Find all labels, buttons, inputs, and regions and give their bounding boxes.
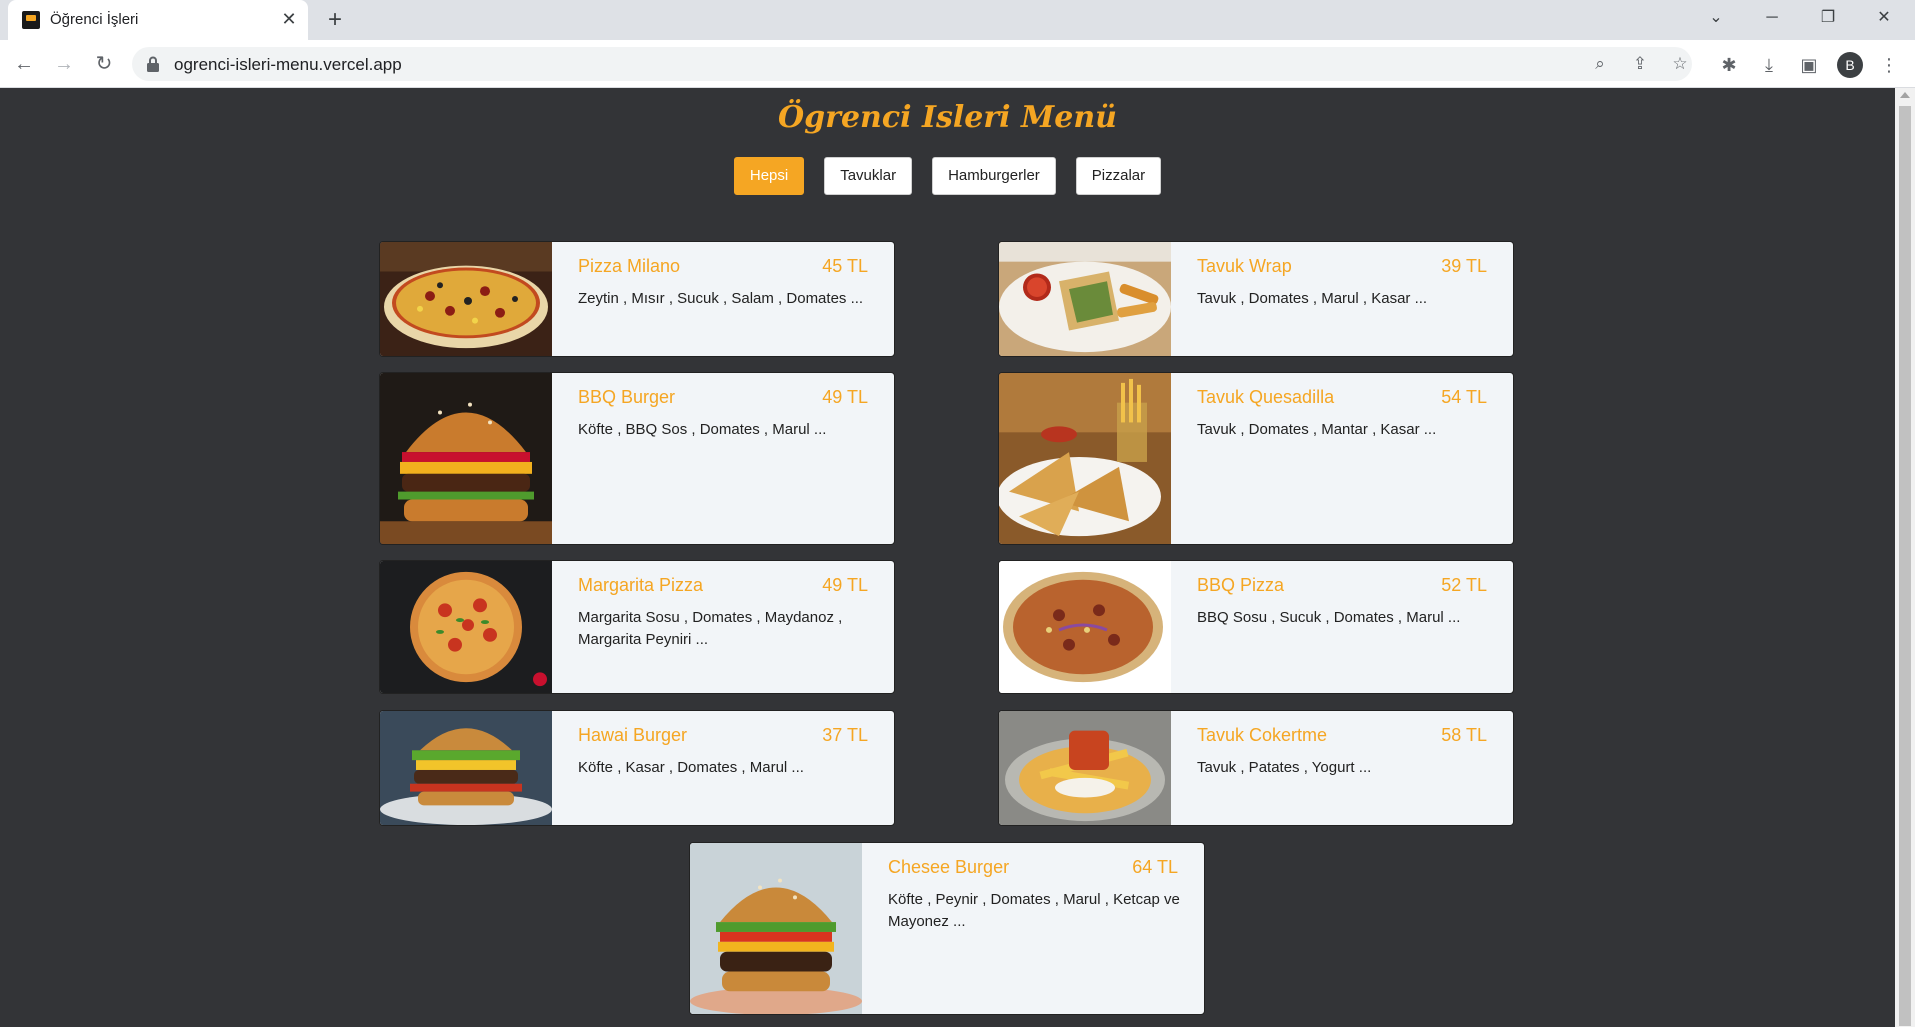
item-price: 52 TL [1441, 575, 1487, 595]
item-price: 49 TL [822, 387, 868, 407]
side-panel-icon[interactable]: ▣ [1796, 52, 1822, 78]
filter-chicken-button[interactable]: Tavuklar [824, 157, 913, 195]
item-description: Tavuk , Domates , Mantar , Kasar ... [1197, 421, 1437, 438]
extensions-puzzle-icon[interactable]: ✱ [1716, 52, 1742, 78]
menu-card[interactable]: Tavuk Wrap 39 TL Tavuk , Domates , Marul… [998, 241, 1514, 357]
share-icon[interactable]: ⇪ [1628, 52, 1652, 76]
menu-card[interactable]: BBQ Burger 49 TL Köfte , BBQ Sos , Domat… [379, 372, 895, 545]
zoom-icon[interactable]: ⌕ [1588, 52, 1612, 76]
menu-card[interactable]: Hawai Burger 37 TL Köfte , Kasar , Domat… [379, 710, 895, 826]
item-description: Tavuk , Domates , Marul , Kasar ... [1197, 290, 1428, 307]
back-arrow-icon[interactable]: ← [8, 48, 40, 80]
minimize-button[interactable]: ─ [1744, 0, 1800, 36]
scroll-up-arrow-icon[interactable] [1900, 92, 1910, 98]
item-name: Hawai Burger [578, 725, 688, 745]
filter-all-button[interactable]: Hepsi [733, 157, 805, 195]
filter-burgers-button[interactable]: Hamburgerler [932, 157, 1056, 195]
item-name: Chesee Burger [888, 857, 1010, 877]
item-name: Tavuk Cokertme [1197, 725, 1328, 745]
tab-search-chevron-icon[interactable]: ⌄ [1688, 0, 1744, 36]
item-description: Köfte , Peynir , Domates , Marul , Ketca… [888, 891, 1180, 930]
item-description: Margarita Sosu , Domates , Maydanoz , Ma… [578, 609, 843, 648]
quesadilla-image [999, 373, 1171, 544]
menu-card[interactable]: Margarita Pizza 49 TL Margarita Sosu , D… [379, 560, 895, 694]
site-favicon-icon [22, 11, 40, 29]
wrap-image [999, 242, 1171, 356]
item-name: Margarita Pizza [578, 575, 704, 595]
burger-image [380, 711, 552, 825]
item-price: 64 TL [1132, 857, 1178, 877]
item-price: 54 TL [1441, 387, 1487, 407]
filter-bar: Hepsi Tavuklar Hamburgerler Pizzalar [0, 157, 1895, 195]
item-price: 58 TL [1441, 725, 1487, 745]
browser-tab[interactable]: Öğrenci İşleri ✕ [8, 0, 308, 40]
scroll-thumb[interactable] [1899, 106, 1911, 1026]
vertical-scrollbar[interactable] [1895, 88, 1915, 1027]
page-content: Ögrenci Isleri Menü Hepsi Tavuklar Hambu… [0, 88, 1895, 1027]
url-text: ogrenci-isleri-menu.vercel.app [174, 55, 402, 74]
close-tab-icon[interactable]: ✕ [276, 6, 302, 32]
item-description: Tavuk , Patates , Yogurt ... [1197, 759, 1372, 776]
close-window-button[interactable]: ✕ [1856, 0, 1912, 36]
browser-tab-strip: Öğrenci İşleri ✕ + ⌄ ─ ❐ ✕ [0, 0, 1915, 40]
download-icon[interactable]: ⤓ [1756, 52, 1782, 78]
menu-card[interactable]: Pizza Milano 45 TL Zeytin , Mısır , Sucu… [379, 241, 895, 357]
tab-title: Öğrenci İşleri [50, 11, 139, 28]
item-description: BBQ Sosu , Sucuk , Domates , Marul ... [1197, 609, 1461, 626]
pizza-image [380, 242, 552, 356]
item-price: 49 TL [822, 575, 868, 595]
menu-card[interactable]: Chesee Burger 64 TL Köfte , Peynir , Dom… [689, 842, 1205, 1015]
burger-image [380, 373, 552, 544]
item-price: 45 TL [822, 256, 868, 276]
forward-arrow-icon[interactable]: → [48, 48, 80, 80]
burger-image [690, 843, 862, 1014]
item-name: BBQ Burger [578, 387, 676, 407]
item-price: 39 TL [1441, 256, 1487, 276]
pizza-image [999, 561, 1171, 693]
restore-button[interactable]: ❐ [1800, 0, 1856, 36]
menu-card[interactable]: Tavuk Cokertme 58 TL Tavuk , Patates , Y… [998, 710, 1514, 826]
lock-icon [147, 56, 159, 72]
menu-card[interactable]: BBQ Pizza 52 TL BBQ Sosu , Sucuk , Domat… [998, 560, 1514, 694]
new-tab-button[interactable]: + [320, 5, 350, 35]
browser-toolbar: ← → ↻ ogrenci-isleri-menu.vercel.app ⌕ ⇪… [0, 40, 1915, 88]
page-title: Ögrenci Isleri Menü [778, 100, 1117, 135]
pizza-image [380, 561, 552, 693]
cokertme-image [999, 711, 1171, 825]
bookmark-star-icon[interactable]: ☆ [1668, 52, 1692, 76]
profile-avatar[interactable]: B [1837, 52, 1863, 78]
item-price: 37 TL [822, 725, 868, 745]
item-description: Köfte , Kasar , Domates , Marul ... [578, 759, 804, 776]
address-bar[interactable]: ogrenci-isleri-menu.vercel.app ⌕ ⇪ ☆ [132, 47, 1692, 81]
more-menu-icon[interactable]: ⋮ [1876, 52, 1902, 78]
item-name: Tavuk Wrap [1197, 256, 1292, 276]
reload-icon[interactable]: ↻ [88, 48, 120, 80]
item-description: Köfte , BBQ Sos , Domates , Marul ... [578, 421, 827, 438]
item-name: BBQ Pizza [1197, 575, 1285, 595]
item-description: Zeytin , Mısır , Sucuk , Salam , Domates… [578, 290, 864, 307]
filter-pizzas-button[interactable]: Pizzalar [1075, 157, 1162, 195]
item-name: Tavuk Quesadilla [1197, 387, 1335, 407]
menu-card[interactable]: Tavuk Quesadilla 54 TL Tavuk , Domates ,… [998, 372, 1514, 545]
item-name: Pizza Milano [578, 256, 681, 276]
